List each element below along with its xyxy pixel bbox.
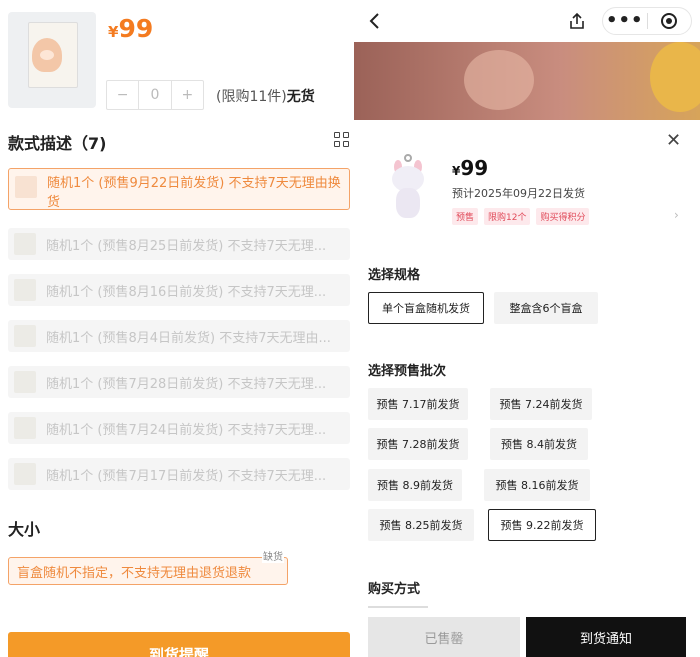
back-icon[interactable]: [366, 12, 384, 30]
option-thumb-icon: [15, 176, 37, 198]
batch-section-title: 选择预售批次: [368, 364, 447, 379]
batch-option-8-9[interactable]: 预售 8.9前发货: [368, 469, 462, 501]
style-option-6[interactable]: 随机1个 (预售7月24日前发货) 不支持7天无理...: [8, 412, 350, 444]
product-thumbnail: [8, 12, 96, 108]
sold-out-button: 已售罄: [368, 617, 520, 657]
option-label: 随机1个 (预售8月4日前发货) 不支持7天无理由...: [46, 330, 331, 346]
product-image: [386, 154, 430, 224]
batch-option-8-4[interactable]: 预售 8.4前发货: [490, 428, 588, 460]
mini-program-capsule: •••: [602, 7, 692, 35]
size-option-label: 盲盒随机不指定，不支持无理由退货退款: [17, 565, 252, 581]
tag-presale: 预售: [452, 208, 479, 225]
option-thumb-icon: [14, 233, 36, 255]
record-icon[interactable]: [648, 13, 692, 29]
purchase-limit: (限购11件)无货: [216, 86, 315, 106]
batch-option-8-25[interactable]: 预售 8.25前发货: [368, 509, 474, 541]
option-label: 随机1个 (预售7月17日前发货) 不支持7天无理...: [46, 468, 327, 484]
option-thumb-icon: [14, 325, 36, 347]
option-label: 随机1个 (预售7月24日前发货) 不支持7天无理...: [46, 422, 327, 438]
option-thumb-icon: [14, 417, 36, 439]
buy-method-option[interactable]: [368, 606, 428, 608]
product-tags: 预售 限购12个 购买得积分: [452, 208, 590, 225]
product-price: ¥99: [108, 14, 153, 43]
left-panel: ¥99 − 0 + (限购11件)无货 款式描述（7) 随机1个 (预售9月22…: [0, 0, 350, 657]
stock-status: 无货: [286, 89, 315, 105]
style-option-5[interactable]: 随机1个 (预售7月28日前发货) 不支持7天无理...: [8, 366, 350, 398]
tag-points: 购买得积分: [536, 208, 590, 225]
out-of-stock-badge: 缺货: [262, 548, 284, 563]
style-option-4[interactable]: 随机1个 (预售8月4日前发货) 不支持7天无理由...: [8, 320, 350, 352]
more-icon[interactable]: •••: [603, 12, 647, 30]
arrival-notify-button[interactable]: 到货通知: [526, 617, 686, 657]
size-option[interactable]: 盲盒随机不指定，不支持无理由退货退款: [8, 557, 288, 585]
size-section-title: 大小: [8, 520, 41, 539]
sku-sheet: ✕ ¥99 预计2025年09月22日发货 预售 限购12个 购买得积分 › 选…: [354, 120, 700, 657]
batch-option-7-24[interactable]: 预售 7.24前发货: [490, 388, 592, 420]
qty-plus-button[interactable]: +: [172, 81, 203, 109]
sheet-price-value: 99: [460, 156, 489, 180]
style-option-7[interactable]: 随机1个 (预售7月17日前发货) 不支持7天无理...: [8, 458, 350, 490]
style-section-title: 款式描述（7): [8, 134, 107, 153]
option-label: 随机1个 (预售8月16日前发货) 不支持7天无理...: [46, 284, 327, 300]
right-panel: ••• ✕ ¥99 预计2025年09月22日发货 预售 限购12个 购买得积分…: [354, 0, 700, 657]
batch-option-7-17[interactable]: 预售 7.17前发货: [368, 388, 468, 420]
style-option-1[interactable]: 随机1个 (预售9月22日前发货) 不支持7天无理由换货: [8, 168, 350, 210]
batch-option-9-22[interactable]: 预售 9.22前发货: [488, 509, 596, 541]
share-icon[interactable]: [568, 12, 586, 30]
grid-icon[interactable]: [334, 132, 350, 148]
option-thumb-icon: [14, 279, 36, 301]
close-icon[interactable]: ✕: [666, 130, 681, 151]
action-bar: 已售罄 到货通知: [354, 617, 700, 657]
chevron-right-icon[interactable]: ›: [674, 208, 679, 222]
tag-limit: 限购12个: [484, 208, 531, 225]
option-label: 随机1个 (预售9月22日前发货) 不支持7天无理由换货: [47, 176, 341, 210]
spec-option-single[interactable]: 单个盲盒随机发货: [368, 292, 484, 324]
ship-date: 预计2025年09月22日发货: [452, 187, 585, 200]
price-value: 99: [118, 14, 154, 43]
limit-text: (限购11件): [216, 89, 287, 105]
quantity-stepper[interactable]: − 0 +: [106, 80, 204, 110]
qty-minus-button[interactable]: −: [107, 81, 138, 109]
buy-method-title: 购买方式: [368, 582, 421, 597]
sheet-price: ¥99: [452, 156, 488, 180]
batch-option-8-16[interactable]: 预售 8.16前发货: [484, 469, 590, 501]
option-label: 随机1个 (预售7月28日前发货) 不支持7天无理...: [46, 376, 327, 392]
qty-value[interactable]: 0: [138, 81, 172, 109]
style-option-2[interactable]: 随机1个 (预售8月25日前发货) 不支持7天无理...: [8, 228, 350, 260]
product-banner-image: [354, 42, 700, 120]
nav-bar: •••: [354, 0, 700, 42]
option-thumb-icon: [14, 463, 36, 485]
spec-option-box[interactable]: 整盒含6个盲盒: [494, 292, 598, 324]
price-currency: ¥: [108, 23, 119, 41]
option-thumb-icon: [14, 371, 36, 393]
header-area: •••: [354, 0, 700, 120]
arrival-reminder-button[interactable]: 到货提醒: [8, 632, 350, 657]
option-label: 随机1个 (预售8月25日前发货) 不支持7天无理...: [46, 238, 327, 254]
style-option-3[interactable]: 随机1个 (预售8月16日前发货) 不支持7天无理...: [8, 274, 350, 306]
batch-option-7-28[interactable]: 预售 7.28前发货: [368, 428, 468, 460]
spec-section-title: 选择规格: [368, 268, 421, 283]
